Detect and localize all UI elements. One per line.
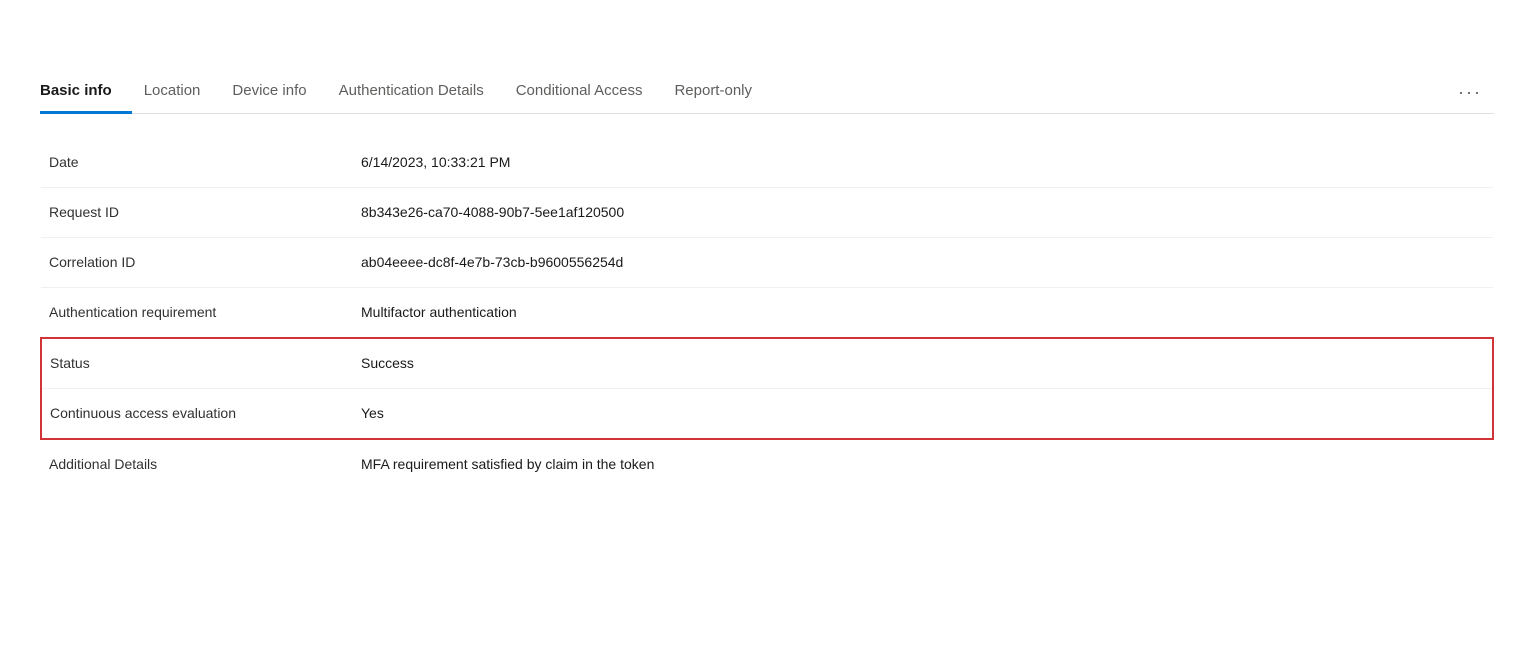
field-value: ab04eeee-dc8f-4e7b-73cb-b9600556254d (361, 238, 1493, 288)
field-label: Status (41, 338, 361, 389)
field-value: 8b343e26-ca70-4088-90b7-5ee1af120500 (361, 188, 1493, 238)
field-label: Additional Details (41, 439, 361, 489)
tab-bar: Basic info Location Device info Authenticat… (40, 72, 1494, 114)
table-row: Additional DetailsMFA requirement satisf… (41, 439, 1493, 489)
table-row: Continuous access evaluationYes (41, 389, 1493, 440)
activity-details-dialog: Basic info Location Device info Authenticat… (0, 0, 1534, 650)
tab-conditional-access[interactable]: Conditional Access (516, 72, 663, 114)
field-label: Request ID (41, 188, 361, 238)
tab-basic-info[interactable]: Basic info (40, 72, 132, 114)
table-row: Request ID8b343e26-ca70-4088-90b7-5ee1af… (41, 188, 1493, 238)
field-value: Multifactor authentication (361, 288, 1493, 339)
field-label: Correlation ID (41, 238, 361, 288)
tab-authentication-details[interactable]: Authentication Details (339, 72, 504, 114)
tab-location[interactable]: Location (144, 72, 221, 114)
table-row: Authentication requirementMultifactor au… (41, 288, 1493, 339)
dialog-header (40, 32, 1494, 40)
field-value: MFA requirement satisfied by claim in th… (361, 439, 1493, 489)
tab-more-button[interactable]: ··· (1446, 74, 1494, 111)
field-value: Success (361, 338, 1493, 389)
field-label: Authentication requirement (41, 288, 361, 339)
field-label: Continuous access evaluation (41, 389, 361, 440)
field-value: 6/14/2023, 10:33:21 PM (361, 138, 1493, 188)
field-label: Date (41, 138, 361, 188)
table-row: StatusSuccess (41, 338, 1493, 389)
table-row: Correlation IDab04eeee-dc8f-4e7b-73cb-b9… (41, 238, 1493, 288)
close-button[interactable] (1478, 32, 1494, 40)
tab-device-info[interactable]: Device info (232, 72, 326, 114)
fields-table: Date6/14/2023, 10:33:21 PMRequest ID8b34… (40, 138, 1494, 489)
table-row: Date6/14/2023, 10:33:21 PM (41, 138, 1493, 188)
tab-report-only[interactable]: Report-only (674, 72, 772, 114)
field-value: Yes (361, 389, 1493, 440)
